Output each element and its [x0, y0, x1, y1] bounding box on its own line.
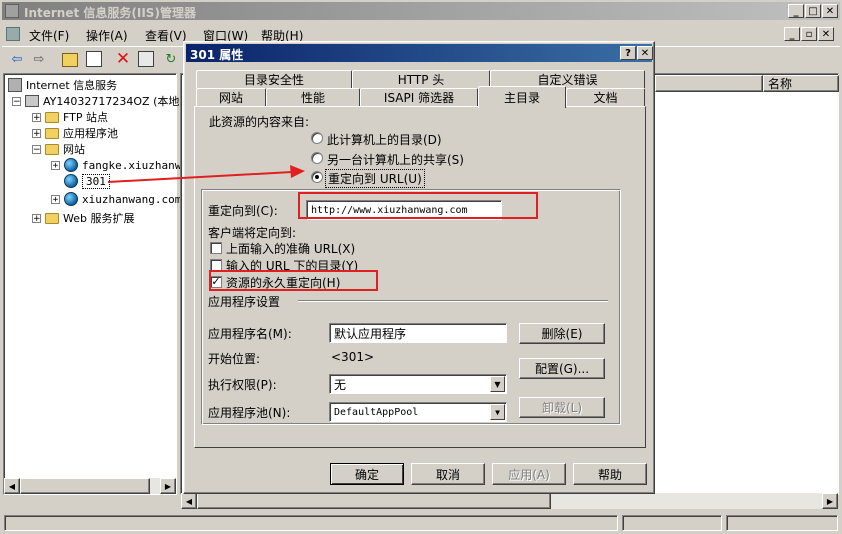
tab-home-directory[interactable]: 主目录 [478, 86, 566, 108]
annotation-arrow [107, 165, 305, 183]
tab-label: 主目录 [503, 91, 540, 105]
